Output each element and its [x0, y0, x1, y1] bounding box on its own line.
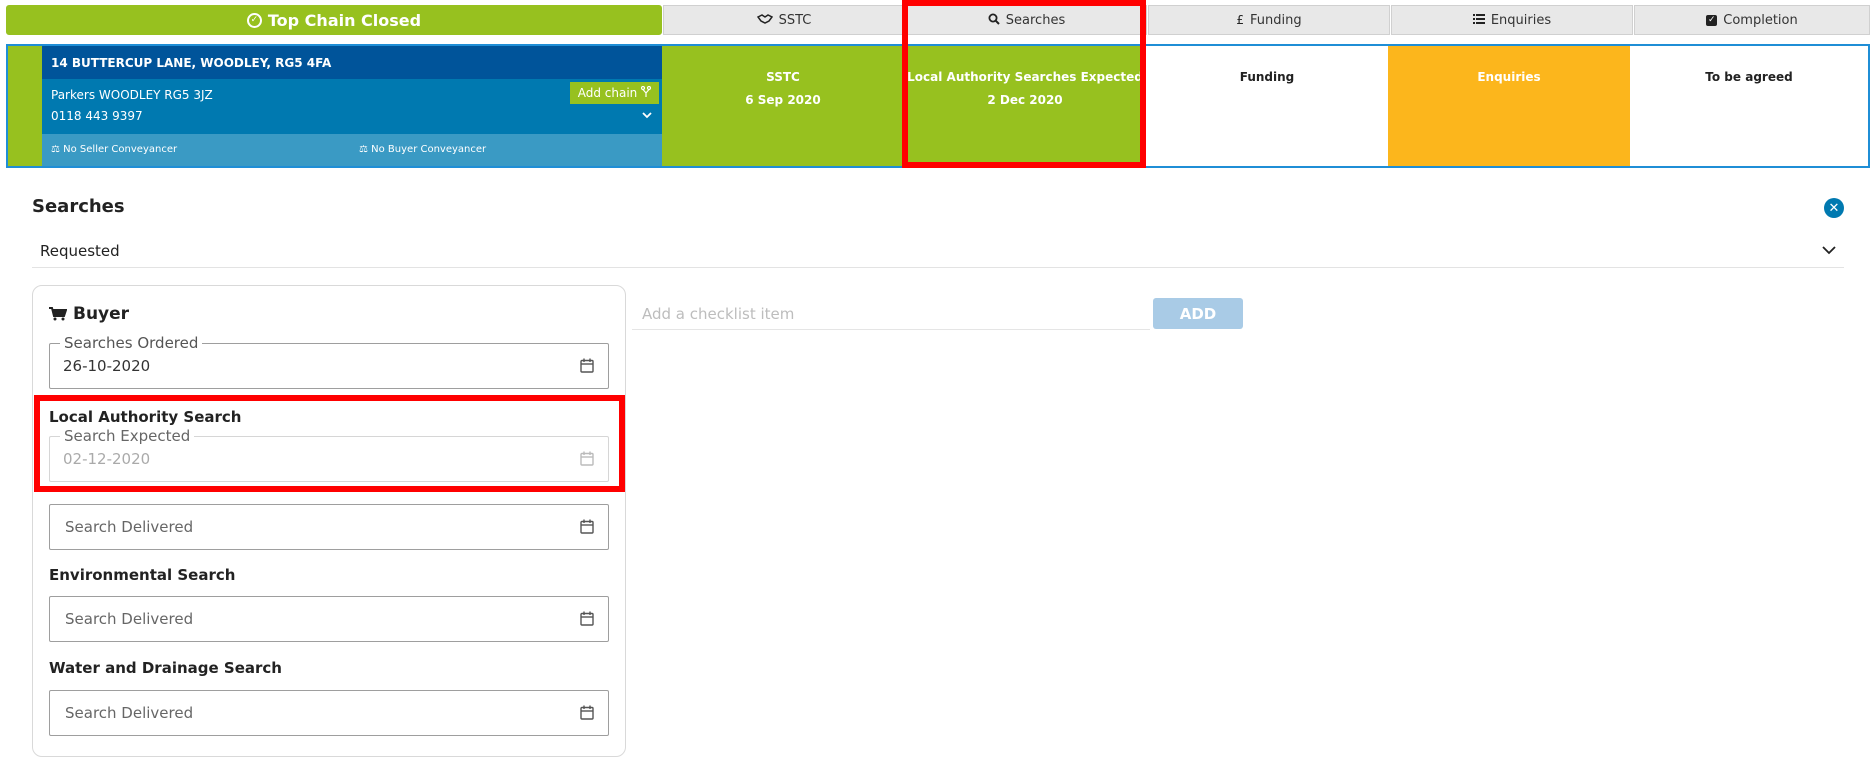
tab-label: SSTC	[778, 12, 812, 28]
checklist-input[interactable]	[632, 300, 1150, 328]
field-placeholder: Search Delivered	[65, 704, 194, 722]
stage-title: SSTC	[766, 70, 800, 84]
searches-ordered-field[interactable]: Searches Ordered 26-10-2020	[49, 334, 609, 389]
seller-conveyancer-label: No Seller Conveyancer	[63, 144, 178, 155]
status-value: Requested	[40, 242, 120, 260]
stage-funding[interactable]: Funding	[1146, 46, 1388, 166]
pound-icon: £	[1236, 13, 1245, 27]
seller-conveyancer[interactable]: ⚖ No Seller Conveyancer	[51, 144, 177, 155]
scales-icon: ⚖	[359, 144, 368, 155]
property-card: 14 BUTTERCUP LANE, WOODLEY, RG5 4FA Park…	[42, 46, 662, 166]
conveyancer-bar: ⚖ No Seller Conveyancer ⚖ No Buyer Conve…	[42, 134, 662, 166]
status-select[interactable]: Requested	[32, 240, 1844, 268]
stage-title: To be agreed	[1705, 70, 1793, 84]
tab-label: Completion	[1723, 12, 1798, 28]
calendar-icon[interactable]	[580, 611, 594, 626]
page-title: Searches	[32, 196, 125, 217]
tab-enquiries[interactable]: Enquiries	[1391, 5, 1633, 35]
stage-searches[interactable]: Local Authority Searches Expected 2 Dec …	[904, 46, 1146, 166]
field-label: Searches Ordered	[60, 334, 203, 352]
stage-enquiries[interactable]: Enquiries	[1388, 46, 1630, 166]
tab-completion[interactable]: ✓ Completion	[1634, 5, 1870, 35]
stage-completion[interactable]: To be agreed	[1630, 46, 1868, 166]
calendar-icon[interactable]	[580, 519, 594, 534]
local-authority-delivered-field[interactable]: Search Delivered	[49, 504, 609, 550]
stage-tabs: ✓ Top Chain Closed SSTC Searches £ Fundi…	[6, 5, 1870, 35]
search-icon	[988, 13, 1000, 28]
chevron-down-icon	[1822, 240, 1836, 259]
property-address: 14 BUTTERCUP LANE, WOODLEY, RG5 4FA	[42, 46, 662, 79]
tab-label: Funding	[1250, 12, 1302, 28]
field-value: 26-10-2020	[63, 357, 151, 375]
environmental-delivered-field[interactable]: Search Delivered	[49, 596, 609, 642]
buyer-searches-card: Buyer Searches Ordered 26-10-2020 Local …	[32, 285, 626, 757]
field-placeholder: Search Delivered	[65, 518, 194, 536]
calendar-icon[interactable]	[580, 358, 594, 373]
tab-label: Top Chain Closed	[267, 10, 422, 30]
scales-icon: ⚖	[51, 144, 60, 155]
check-circle-icon: ✓	[246, 12, 262, 28]
agent-phone: 0118 443 9397	[51, 109, 143, 123]
checkbox-checked-icon: ✓	[1706, 14, 1718, 26]
chain-banner: 14 BUTTERCUP LANE, WOODLEY, RG5 4FA Park…	[6, 44, 1870, 168]
buyer-heading: Buyer	[49, 304, 129, 324]
add-chain-label: Add chain	[577, 86, 638, 100]
tab-searches[interactable]: Searches	[906, 5, 1147, 35]
expand-chevron-icon[interactable]	[642, 108, 652, 122]
water-drainage-delivered-field[interactable]: Search Delivered	[49, 690, 609, 736]
handshake-icon	[756, 13, 773, 27]
calendar-icon	[580, 451, 594, 466]
tab-funding[interactable]: £ Funding	[1148, 5, 1390, 35]
stage-sstc[interactable]: SSTC 6 Sep 2020	[662, 46, 904, 166]
tab-label: Searches	[1005, 12, 1066, 28]
tab-sstc[interactable]: SSTC	[663, 5, 905, 35]
environmental-heading: Environmental Search	[49, 566, 236, 584]
field-placeholder: Search Delivered	[65, 610, 194, 628]
calendar-icon[interactable]	[580, 705, 594, 720]
stage-date: 6 Sep 2020	[745, 93, 821, 107]
search-expected-field: Search Expected 02-12-2020	[49, 427, 609, 482]
buyer-conveyancer-label: No Buyer Conveyancer	[371, 144, 487, 155]
cart-icon	[49, 307, 67, 321]
stage-date: 2 Dec 2020	[987, 93, 1063, 107]
stage-title: Funding	[1239, 70, 1295, 84]
local-authority-heading: Local Authority Search	[49, 408, 242, 426]
close-icon[interactable]: ✕	[1824, 198, 1844, 218]
buyer-conveyancer[interactable]: ⚖ No Buyer Conveyancer	[359, 144, 486, 155]
list-icon	[1472, 13, 1485, 27]
add-chain-button[interactable]: Add chain	[570, 82, 659, 104]
stage-title: Enquiries	[1477, 70, 1541, 84]
tab-top-chain-closed[interactable]: ✓ Top Chain Closed	[6, 5, 662, 35]
tab-label: Enquiries	[1490, 12, 1552, 28]
checklist-input-row	[632, 300, 1150, 330]
stage-title: Local Authority Searches Expected	[907, 70, 1143, 84]
buyer-heading-label: Buyer	[73, 304, 130, 324]
water-drainage-heading: Water and Drainage Search	[49, 659, 282, 677]
field-label: Search Expected	[60, 427, 195, 445]
add-checklist-button[interactable]: ADD	[1153, 298, 1243, 329]
agent-name: Parkers WOODLEY RG5 3JZ	[51, 88, 213, 102]
field-value: 02-12-2020	[63, 450, 151, 468]
chain-status-stripe	[8, 46, 42, 166]
chain-branch-icon	[641, 85, 652, 100]
